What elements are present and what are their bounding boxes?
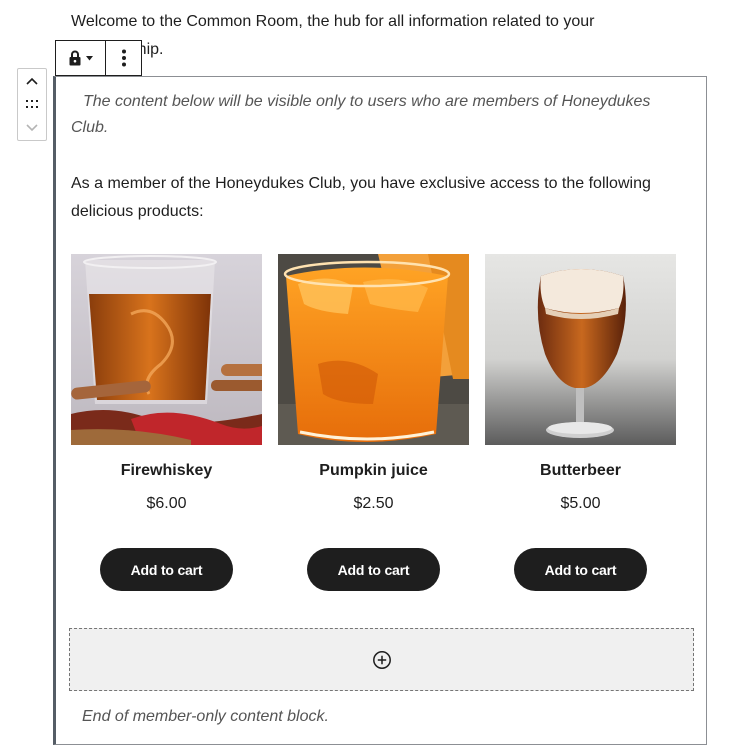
more-vertical-icon <box>121 49 126 67</box>
lock-icon <box>69 50 81 66</box>
product-price: $6.00 <box>146 495 187 512</box>
add-to-cart-button[interactable]: Add to cart <box>514 548 647 591</box>
more-options-button[interactable] <box>106 41 141 75</box>
drag-handle[interactable] <box>20 94 44 114</box>
butterbeer-image[interactable] <box>485 254 676 445</box>
editor-canvas: Welcome to the Common Room, the hub for … <box>0 0 732 756</box>
product-card: Butterbeer $5.00 Add to cart <box>485 254 676 591</box>
block-movers <box>17 68 47 141</box>
move-up-button[interactable] <box>20 71 44 91</box>
product-name[interactable]: Pumpkin juice <box>319 461 427 481</box>
firewhiskey-image[interactable] <box>71 254 262 445</box>
block-appender[interactable] <box>69 628 694 691</box>
product-name[interactable]: Butterbeer <box>540 461 621 481</box>
chevron-down-icon <box>26 124 38 132</box>
add-to-cart-button[interactable]: Add to cart <box>307 548 440 591</box>
caret-down-icon <box>86 55 93 60</box>
product-card: Firewhiskey $6.00 Add to cart <box>71 254 262 591</box>
drag-handle-icon <box>26 100 38 109</box>
product-price: $5.00 <box>560 495 601 512</box>
product-name[interactable]: Firewhiskey <box>121 461 213 481</box>
pumpkin-juice-image[interactable] <box>278 254 469 445</box>
access-paragraph[interactable]: As a member of the Honeydukes Club, you … <box>71 170 686 226</box>
block-toolbar <box>55 40 142 76</box>
lock-button[interactable] <box>56 41 106 75</box>
add-to-cart-button[interactable]: Add to cart <box>100 548 233 591</box>
intro-paragraph[interactable]: Welcome to the Common Room, the hub for … <box>71 8 671 64</box>
plus-circle-icon <box>372 650 391 669</box>
product-card: Pumpkin juice $2.50 Add to cart <box>278 254 469 591</box>
member-notice-top: The content below will be visible only t… <box>71 93 651 136</box>
product-price: $2.50 <box>353 495 394 512</box>
product-grid: Firewhiskey $6.00 Add to cart Pumpkin ju… <box>71 254 676 591</box>
member-notice-bottom: End of member-only content block. <box>82 708 329 725</box>
chevron-up-icon <box>26 77 38 85</box>
move-down-button[interactable] <box>20 118 44 138</box>
